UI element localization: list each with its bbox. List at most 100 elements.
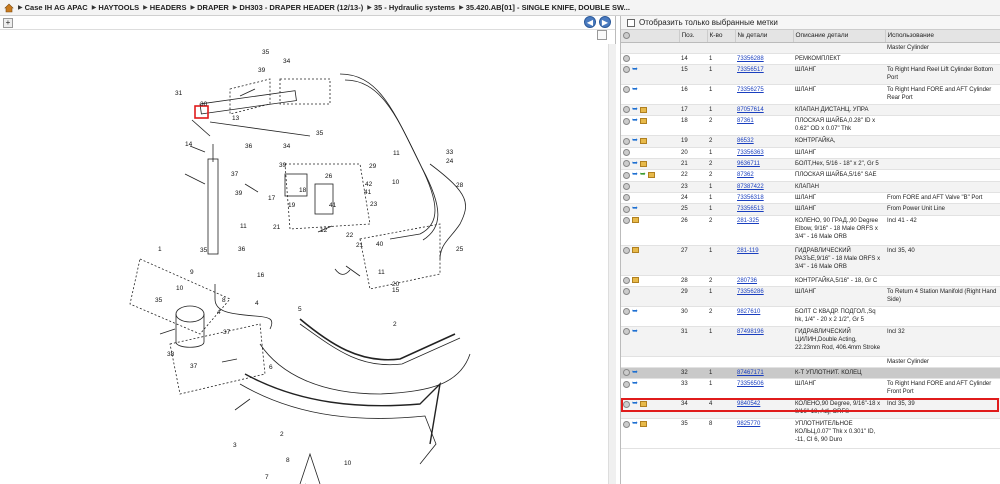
table-row[interactable]: ➥ 19 2 86532 КОНТРГАЙКА, — [621, 135, 1000, 148]
table-row[interactable]: 24 1 73356318 ШЛАНГ From FORE and AFT Valve … — [621, 192, 1000, 205]
row-part-number[interactable]: 73356288 — [735, 53, 793, 65]
row-part-number[interactable]: 73356513 — [735, 203, 793, 216]
row-part-number[interactable]: 86532 — [735, 135, 793, 148]
callout-label[interactable]: 11 — [378, 269, 385, 276]
previous-page-button[interactable]: ◀ — [584, 16, 596, 28]
callout-label[interactable]: 11 — [240, 223, 247, 230]
callout-label[interactable]: 24 — [446, 158, 454, 165]
callout-label[interactable]: 37 — [223, 329, 231, 336]
callout-label[interactable]: 30 — [200, 101, 208, 108]
row-part-number[interactable] — [735, 42, 793, 54]
breadcrumb-item[interactable]: DRAPER — [197, 3, 229, 12]
breadcrumb-item[interactable]: HEADERS — [150, 3, 187, 12]
callout-label[interactable]: 15 — [392, 287, 400, 294]
row-part-number[interactable] — [735, 356, 793, 368]
link-icon[interactable]: ➥ — [632, 86, 638, 94]
select-icon[interactable] — [623, 420, 630, 428]
replace-icon[interactable]: ➥ — [640, 171, 646, 179]
row-part-number[interactable]: 73356318 — [735, 192, 793, 205]
callout-label[interactable]: 13 — [232, 115, 240, 122]
table-row[interactable]: ➥ 21 2 9636711 БОЛТ,Hex, 5/16 - 18" x 2", Gr… — [621, 158, 1000, 171]
table-row[interactable]: 23 1 87387422 КЛАПАН — [621, 181, 1000, 194]
select-icon[interactable] — [623, 205, 630, 213]
select-icon[interactable] — [623, 276, 630, 284]
callout-label[interactable]: 36 — [238, 246, 246, 253]
callout-label[interactable]: 39 — [279, 162, 287, 169]
table-row[interactable]: ➥ 33 1 73356506 ШЛАНГ To Right Hand FORE and … — [621, 378, 1000, 400]
link-icon[interactable]: ➥ — [632, 308, 638, 316]
link-icon[interactable]: ➥ — [632, 66, 638, 74]
callout-label[interactable]: 10 — [344, 460, 352, 467]
select-icon[interactable] — [623, 66, 630, 74]
callout-label[interactable]: 41 — [364, 189, 372, 196]
callout-label[interactable]: 28 — [456, 182, 464, 189]
select-icon[interactable] — [623, 308, 630, 316]
row-part-number[interactable]: 87498196 — [735, 326, 793, 357]
table-row[interactable]: 29 1 73356286 ШЛАНГ To Return 4 Station Mani… — [621, 286, 1000, 307]
diagram-scrollbar[interactable] — [608, 44, 616, 484]
callout-label[interactable]: 18 — [299, 187, 307, 194]
callout-label[interactable]: 39 — [235, 190, 243, 197]
table-row[interactable]: Master Cylinder — [621, 356, 1000, 368]
row-part-number[interactable]: 9827610 — [735, 306, 793, 327]
table-row[interactable]: ➥ 35 8 9825770 УПЛОТНИТЕЛЬНОЕ КОЛЬЦ,0.07" Th… — [621, 418, 1000, 450]
table-row[interactable]: 27 1 281-119 ГИДРАВЛИЧЕСКИЙ РАЗЪЕ,9/16" - 1… — [621, 245, 1000, 276]
exploded-parts-diagram[interactable]: 35343931301314 36 343539 293311243739264241… — [0, 44, 606, 484]
callout-label[interactable]: 34 — [283, 143, 291, 150]
row-part-number[interactable]: 73356363 — [735, 147, 793, 159]
breadcrumb-item[interactable]: 35.420.AB[01] - SINGLE KNIFE, DOUBLE SW.… — [466, 3, 630, 12]
table-row[interactable]: ➥ 16 1 73356275 ШЛАНГ To Right Hand FORE and … — [621, 84, 1000, 105]
package-icon[interactable] — [639, 138, 647, 145]
row-part-number[interactable]: 73356275 — [735, 84, 793, 105]
callout-label[interactable]: 36 — [245, 143, 253, 150]
next-page-button[interactable]: ▶ — [599, 16, 611, 28]
select-icon[interactable] — [623, 246, 630, 254]
callout-label[interactable]: 25 — [456, 246, 464, 253]
row-part-number[interactable]: 87467171 — [735, 367, 793, 380]
callout-label[interactable]: 4 — [217, 309, 221, 316]
row-part-number[interactable]: 87057614 — [735, 104, 793, 117]
callout-label[interactable]: 10 — [176, 285, 184, 292]
callout-label[interactable]: 39 — [258, 67, 266, 74]
link-icon[interactable]: ➥ — [632, 400, 638, 408]
row-part-number[interactable]: 280736 — [735, 275, 793, 287]
link-icon[interactable]: ➥ — [632, 420, 638, 428]
table-row[interactable]: ➥ 31 1 87498196 ГИДРАВЛИЧЕСКИЙ ЦИЛИН,Double … — [621, 326, 1000, 357]
callout-label[interactable]: 42 — [365, 181, 373, 188]
row-part-number[interactable]: 281-119 — [735, 245, 793, 276]
callout-label[interactable]: 35 — [262, 49, 270, 56]
select-icon[interactable] — [623, 117, 630, 125]
select-icon[interactable] — [623, 400, 630, 408]
select-icon[interactable] — [623, 216, 630, 224]
show-selected-checkbox[interactable] — [627, 18, 635, 27]
row-part-number[interactable]: 87361 — [735, 115, 793, 137]
callout-label[interactable]: 37 — [190, 363, 198, 370]
row-part-number[interactable]: 73356517 — [735, 64, 793, 85]
callout-label[interactable]: 19 — [288, 202, 296, 209]
link-icon[interactable]: ➥ — [632, 171, 638, 179]
table-row[interactable]: ➥ 30 2 9827610 БОЛТ С КВАДР. ПОДГОЛ.,Sq hk, … — [621, 306, 1000, 327]
select-icon[interactable] — [623, 148, 630, 156]
select-icon[interactable] — [623, 369, 630, 377]
row-part-number[interactable]: 9840542 — [735, 398, 793, 420]
callout-label[interactable]: 3 — [233, 442, 237, 449]
callout-label[interactable]: 16 — [257, 272, 265, 279]
callout-label[interactable]: 23 — [370, 201, 378, 208]
link-icon[interactable]: ➥ — [632, 369, 638, 377]
restore-icon[interactable] — [597, 30, 607, 40]
callout-label[interactable]: 35 — [200, 247, 208, 254]
callout-label[interactable]: 9 — [190, 269, 194, 276]
callout-label[interactable]: 26 — [325, 173, 333, 180]
column-header[interactable]: Описание детали — [793, 30, 886, 43]
callout-label[interactable]: 22 — [346, 232, 354, 239]
package-icon[interactable] — [647, 172, 655, 179]
callout-label[interactable]: 37 — [231, 171, 239, 178]
package-icon[interactable] — [639, 421, 647, 428]
package-icon[interactable] — [632, 217, 639, 224]
table-row[interactable]: 26 2 281-325 КОЛЕНО, 90 ГРАД.,90 Degree Elb… — [621, 215, 1000, 246]
callout-label[interactable]: 4 — [255, 300, 259, 307]
callout-label[interactable]: 5 — [298, 306, 302, 313]
row-part-number[interactable]: 9636711 — [735, 158, 793, 171]
link-icon[interactable]: ➥ — [632, 117, 638, 125]
link-icon[interactable]: ➥ — [632, 160, 638, 168]
